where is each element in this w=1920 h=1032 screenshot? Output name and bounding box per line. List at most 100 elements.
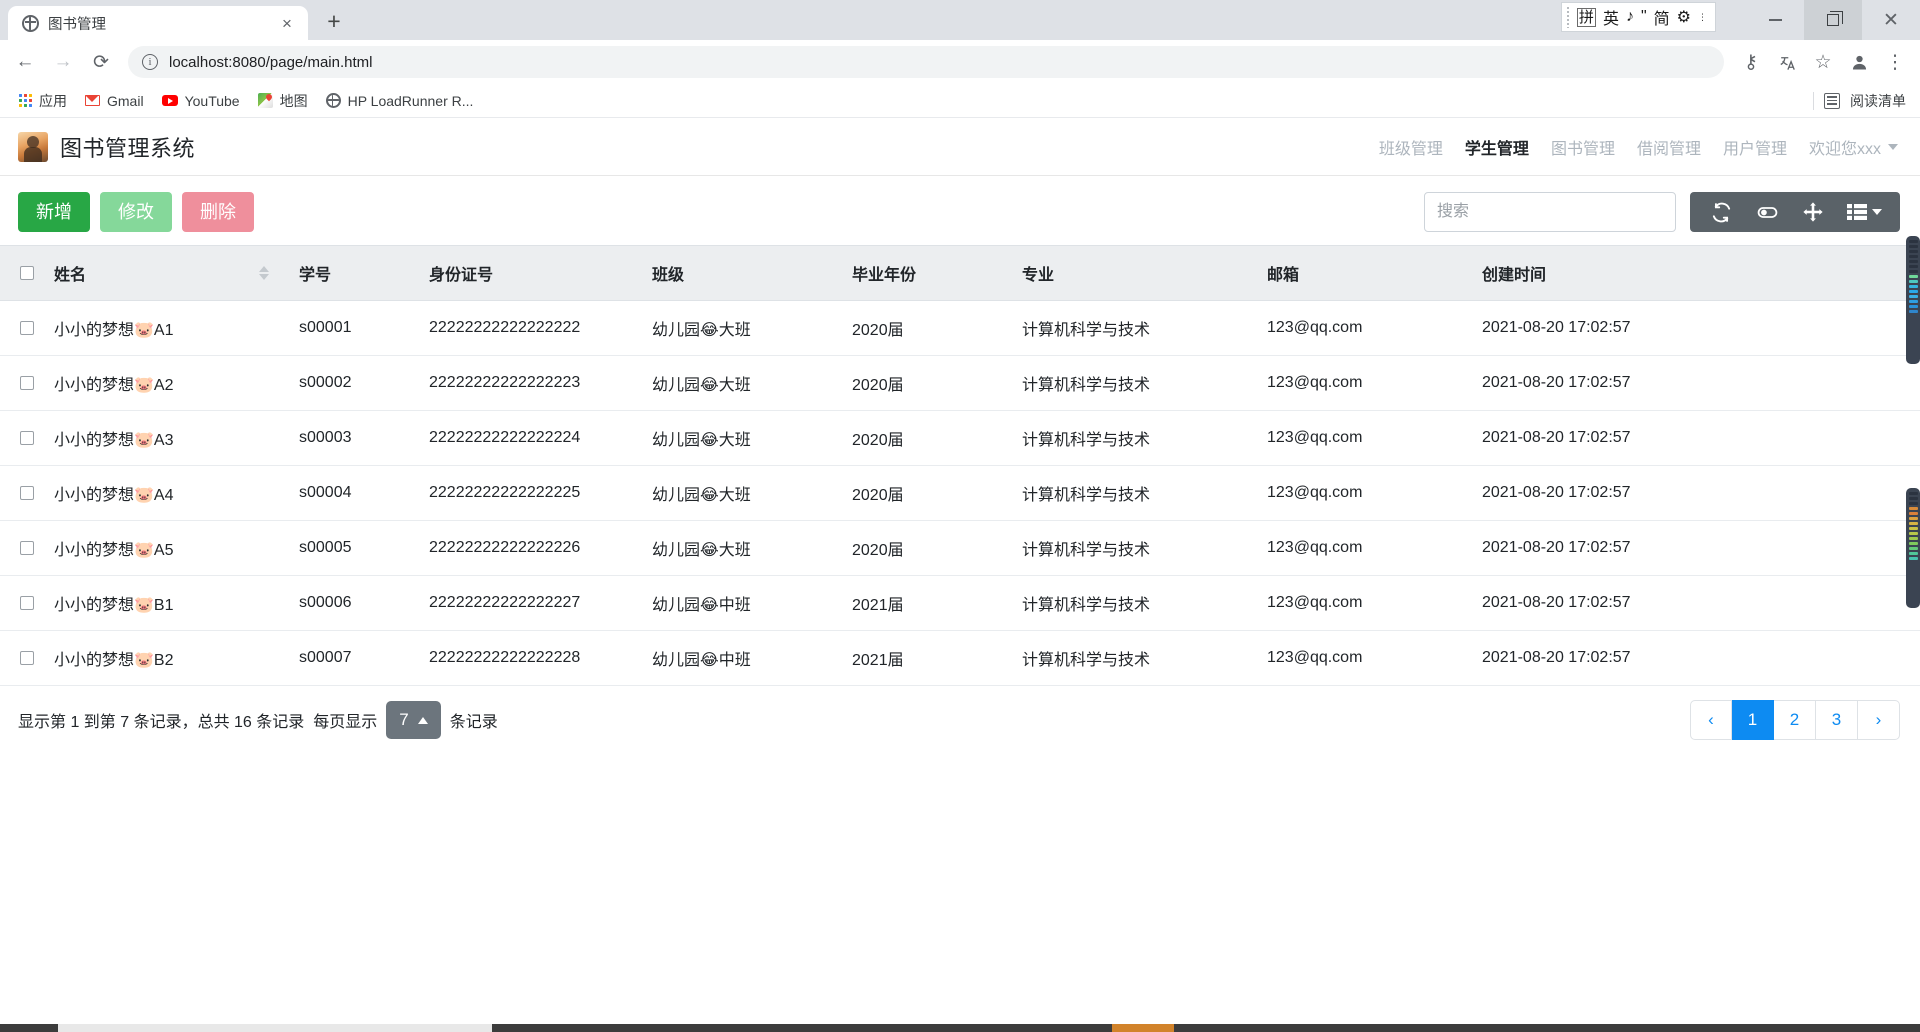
table-row[interactable]: 小小的梦想🐷A1 s00001 22222222222222222 幼儿园😂大班 202…: [0, 300, 1920, 356]
nav-item-borrow-management[interactable]: 借阅管理: [1637, 135, 1701, 159]
table-row[interactable]: 小小的梦想🐷A3 s00003 22222222222222224 幼儿园😂大班 202…: [0, 410, 1920, 466]
nav-item-user-management[interactable]: 用户管理: [1723, 135, 1787, 159]
chevron-down-icon[interactable]: ⋮: [1698, 12, 1707, 21]
cell-id-card: 22222222222222226: [419, 520, 642, 576]
cell-created-time: 2021-08-20 17:02:57: [1472, 465, 1920, 521]
reading-list-label: 阅读清单: [1850, 92, 1906, 109]
search-input[interactable]: [1424, 192, 1676, 232]
ime-simplified[interactable]: 简: [1654, 5, 1670, 29]
column-header-id-card[interactable]: 身份证号: [419, 245, 642, 301]
cell-email: 123@qq.com: [1257, 465, 1472, 521]
pagination-page-2[interactable]: 2: [1774, 700, 1816, 740]
taskbar-segment: [0, 1024, 58, 1032]
row-checkbox[interactable]: [20, 540, 34, 555]
ime-drag-handle[interactable]: [1565, 6, 1570, 28]
table-body: 小小的梦想🐷A1 s00001 22222222222222222 幼儿园😂大班 202…: [0, 300, 1920, 686]
bookmark-youtube[interactable]: YouTube: [153, 89, 249, 113]
bookmark-apps[interactable]: 应用: [10, 87, 76, 115]
pagination-page-3[interactable]: 3: [1816, 700, 1858, 740]
table-row[interactable]: 小小的梦想🐷A5 s00005 22222222222222226 幼儿园😂大班 202…: [0, 520, 1920, 576]
scrollbar-overlay-bottom[interactable]: [1906, 488, 1920, 608]
table-row[interactable]: 小小的梦想🐷A2 s00002 22222222222222223 幼儿园😂大班 202…: [0, 355, 1920, 411]
delete-button[interactable]: 删除: [182, 192, 254, 232]
ime-punctuation-icon[interactable]: ": [1641, 8, 1647, 26]
cell-id-card: 22222222222222223: [419, 355, 642, 411]
table-row[interactable]: 小小的梦想🐷B1 s00006 22222222222222227 幼儿园😂中班 202…: [0, 575, 1920, 631]
column-header-name[interactable]: 姓名: [44, 245, 289, 301]
ime-music-icon[interactable]: ♪: [1626, 8, 1634, 26]
browser-window: 图书管理 × + 拼 英 ♪ " 简 ⚙ ⋮ ✕ ← → ⟳ i localho…: [0, 0, 1920, 1032]
cell-major: 计算机科学与技术: [1012, 630, 1257, 686]
address-bar[interactable]: i localhost:8080/page/main.html: [128, 46, 1724, 78]
cell-id-card: 22222222222222224: [419, 410, 642, 466]
brand[interactable]: 图书管理系统: [18, 131, 195, 163]
nav-item-book-management[interactable]: 图书管理: [1551, 135, 1615, 159]
forward-button[interactable]: →: [46, 45, 80, 79]
pagination-prev[interactable]: ‹: [1690, 700, 1732, 740]
close-window-button[interactable]: ✕: [1862, 0, 1920, 40]
restore-button[interactable]: [1804, 0, 1862, 40]
divider: [1813, 91, 1814, 110]
column-header-major[interactable]: 专业: [1012, 245, 1257, 301]
cell-graduation-year: 2021届: [842, 630, 1012, 686]
translate-icon[interactable]: [1770, 45, 1804, 79]
scrollbar-overlay-top[interactable]: [1906, 236, 1920, 364]
column-header-graduation-year[interactable]: 毕业年份: [842, 245, 1012, 301]
close-icon[interactable]: ×: [276, 12, 298, 34]
browser-tab[interactable]: 图书管理 ×: [8, 6, 308, 40]
nav-item-student-management[interactable]: 学生管理: [1465, 135, 1529, 159]
select-all-checkbox[interactable]: [20, 265, 34, 280]
table-row[interactable]: 小小的梦想🐷A4 s00004 22222222222222225 幼儿园😂大班 202…: [0, 465, 1920, 521]
cell-class: 幼儿园😂大班: [642, 465, 842, 521]
ime-toolbar[interactable]: 拼 英 ♪ " 简 ⚙ ⋮: [1560, 2, 1716, 32]
ime-mode-pinyin[interactable]: 拼: [1576, 7, 1596, 27]
row-checkbox[interactable]: [20, 375, 34, 390]
gear-icon[interactable]: ⚙: [1677, 7, 1691, 27]
person-icon: [1846, 49, 1872, 75]
site-info-icon[interactable]: i: [142, 54, 158, 70]
refresh-icon[interactable]: [1700, 192, 1742, 232]
toggle-view-icon[interactable]: [1746, 192, 1788, 232]
cell-email: 123@qq.com: [1257, 520, 1472, 576]
cell-id-card: 22222222222222227: [419, 575, 642, 631]
row-checkbox[interactable]: [20, 320, 34, 335]
new-tab-button[interactable]: +: [317, 4, 351, 38]
column-header-email[interactable]: 邮箱: [1257, 245, 1472, 301]
chrome-menu-button[interactable]: ⋮: [1878, 45, 1912, 79]
bookmark-gmail[interactable]: Gmail: [76, 89, 153, 113]
pagination-page-1[interactable]: 1: [1732, 700, 1774, 740]
add-button[interactable]: 新增: [18, 192, 90, 232]
column-header-created-time[interactable]: 创建时间: [1472, 245, 1920, 301]
cell-major: 计算机科学与技术: [1012, 355, 1257, 411]
row-select-cell: [0, 520, 44, 576]
bookmark-star-icon[interactable]: ☆: [1806, 45, 1840, 79]
taskbar-active-indicator[interactable]: [1112, 1024, 1174, 1032]
profile-avatar-button[interactable]: [1842, 45, 1876, 79]
back-button[interactable]: ←: [8, 45, 42, 79]
bookmark-maps[interactable]: 地图: [249, 87, 317, 115]
table-row[interactable]: 小小的梦想🐷B2 s00007 22222222222222228 幼儿园😂中班 202…: [0, 630, 1920, 686]
minimize-button[interactable]: [1746, 0, 1804, 40]
sort-icon[interactable]: [259, 266, 269, 280]
row-checkbox[interactable]: [20, 430, 34, 445]
edit-button[interactable]: 修改: [100, 192, 172, 232]
cell-id-card: 22222222222222225: [419, 465, 642, 521]
column-header-student-no[interactable]: 学号: [289, 245, 419, 301]
fullscreen-icon[interactable]: [1792, 192, 1834, 232]
row-checkbox[interactable]: [20, 485, 34, 500]
bookmark-hp-loadrunner[interactable]: HP LoadRunner R...: [317, 89, 483, 113]
column-header-class[interactable]: 班级: [642, 245, 842, 301]
reading-list-button[interactable]: 阅读清单: [1813, 91, 1906, 111]
nav-item-class-management[interactable]: 班级管理: [1379, 135, 1443, 159]
row-checkbox[interactable]: [20, 595, 34, 610]
row-checkbox[interactable]: [20, 650, 34, 665]
taskbar-window-strip[interactable]: [58, 1024, 492, 1032]
password-key-icon[interactable]: ⚷: [1734, 45, 1768, 79]
cell-student-no: s00001: [289, 300, 419, 356]
ime-lang-english[interactable]: 英: [1603, 5, 1619, 29]
reload-button[interactable]: ⟳: [84, 45, 118, 79]
pagination-next[interactable]: ›: [1858, 700, 1900, 740]
columns-icon[interactable]: [1838, 192, 1890, 232]
user-menu[interactable]: 欢迎您xxx: [1809, 135, 1898, 159]
page-size-selector[interactable]: 7: [386, 701, 441, 739]
